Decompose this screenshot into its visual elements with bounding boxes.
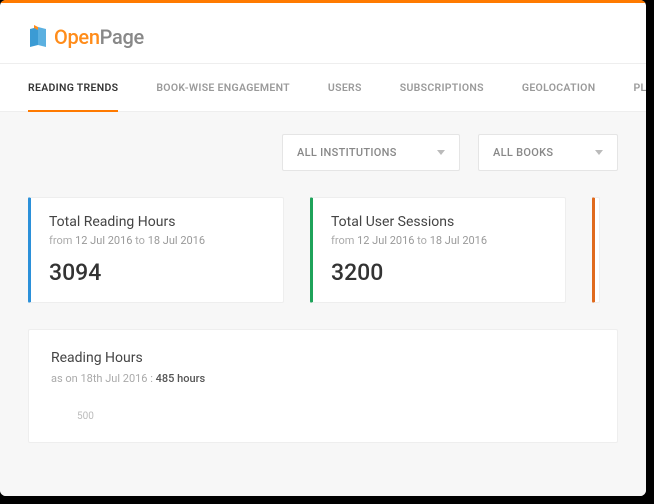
card-total-reading-hours: Total Reading Hours from 12 Jul 2016 to … <box>28 197 284 303</box>
card-partial <box>592 197 600 303</box>
header: OpenPage <box>0 3 646 63</box>
chart-subtitle: as on 18th Jul 2016 : 485 hours <box>51 372 595 385</box>
books-select[interactable]: ALL BOOKS <box>478 134 618 171</box>
chart-title: Reading Hours <box>51 350 595 366</box>
content-area: ALL INSTITUTIONS ALL BOOKS Total Reading… <box>0 112 646 496</box>
card-date-range: from 12 Jul 2016 to 18 Jul 2016 <box>331 234 545 247</box>
chevron-down-icon <box>595 150 603 155</box>
chevron-down-icon <box>437 150 445 155</box>
card-total-user-sessions: Total User Sessions from 12 Jul 2016 to … <box>310 197 566 303</box>
card-title: Total User Sessions <box>331 214 545 230</box>
app-frame: OpenPage READING TRENDS BOOK-WISE ENGAGE… <box>0 0 646 496</box>
chart-reading-hours: Reading Hours as on 18th Jul 2016 : 485 … <box>28 329 618 443</box>
summary-cards: Total Reading Hours from 12 Jul 2016 to … <box>28 197 618 303</box>
filters-row: ALL INSTITUTIONS ALL BOOKS <box>28 134 618 171</box>
brand-part2: Page <box>100 25 144 49</box>
tab-subscriptions[interactable]: SUBSCRIPTIONS <box>400 65 484 112</box>
institutions-select-value: ALL INSTITUTIONS <box>297 146 397 159</box>
brand-part1: Open <box>54 25 100 49</box>
openpage-logo-icon <box>28 25 48 49</box>
tab-reading-trends[interactable]: READING TRENDS <box>28 65 118 112</box>
card-value: 3094 <box>49 259 263 286</box>
card-title: Total Reading Hours <box>49 214 263 230</box>
institutions-select[interactable]: ALL INSTITUTIONS <box>282 134 460 171</box>
tab-book-wise-engagement[interactable]: BOOK-WISE ENGAGEMENT <box>156 65 290 112</box>
books-select-value: ALL BOOKS <box>493 146 553 159</box>
tab-geolocation[interactable]: GEOLOCATION <box>522 65 596 112</box>
y-axis-tick: 500 <box>51 411 595 422</box>
card-date-range: from 12 Jul 2016 to 18 Jul 2016 <box>49 234 263 247</box>
tab-platform[interactable]: PLATFORM & <box>633 65 646 112</box>
tabs-nav: READING TRENDS BOOK-WISE ENGAGEMENT USER… <box>0 63 646 112</box>
tab-users[interactable]: USERS <box>328 65 362 112</box>
card-value: 3200 <box>331 259 545 286</box>
brand-text: OpenPage <box>54 25 144 49</box>
